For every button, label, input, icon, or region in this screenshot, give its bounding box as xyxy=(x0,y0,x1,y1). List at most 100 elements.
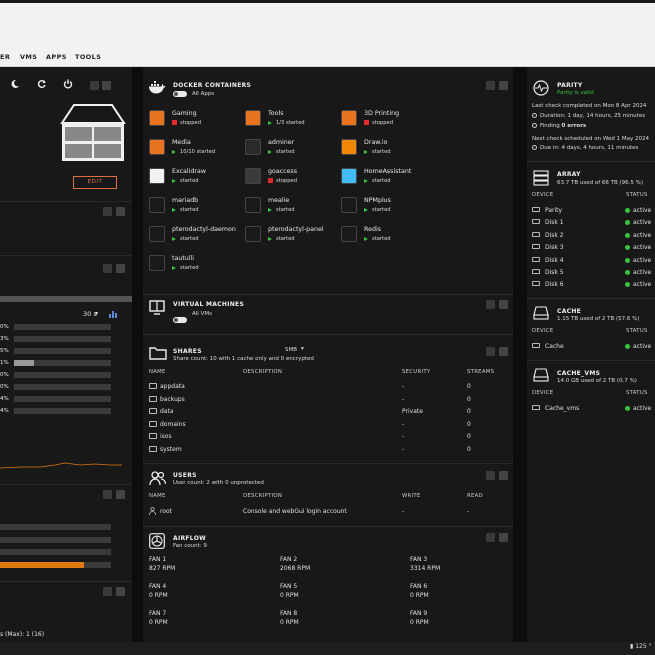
app-name[interactable]: tautulli xyxy=(172,255,194,262)
app-icon[interactable] xyxy=(245,226,261,242)
docker-app-item[interactable]: mealie started xyxy=(244,196,336,218)
app-icon[interactable] xyxy=(149,168,165,184)
panel-collapse-button[interactable] xyxy=(486,300,495,309)
nav-item-vms[interactable]: VMS xyxy=(20,53,37,61)
share-name-link[interactable]: backups xyxy=(160,396,185,403)
share-name-link[interactable]: appdata xyxy=(160,383,185,390)
panel-collapse-button[interactable] xyxy=(90,81,99,90)
app-icon[interactable] xyxy=(245,110,261,126)
panel-collapse-button[interactable] xyxy=(103,587,112,596)
refresh-icon[interactable] xyxy=(37,79,47,89)
app-name[interactable]: adminer xyxy=(268,139,294,146)
device-name-link[interactable]: Cache_vms xyxy=(545,405,579,412)
device-name-link[interactable]: Disk 5 xyxy=(545,269,564,276)
panel-collapse-button[interactable] xyxy=(103,264,112,273)
all-apps-toggle[interactable] xyxy=(173,91,187,97)
app-icon[interactable] xyxy=(149,226,165,242)
app-icon[interactable] xyxy=(341,226,357,242)
app-name[interactable]: Tools xyxy=(268,110,284,117)
app-icon[interactable] xyxy=(245,197,261,213)
docker-app-item[interactable]: goaccess stopped xyxy=(244,167,336,189)
app-name[interactable]: mariadb xyxy=(172,197,198,204)
all-vms-toggle[interactable] xyxy=(173,317,187,323)
power-icon[interactable] xyxy=(63,79,73,89)
app-icon[interactable] xyxy=(341,168,357,184)
panel-collapse-button[interactable] xyxy=(103,490,112,499)
docker-app-item[interactable]: Redis started xyxy=(340,225,432,247)
docker-app-item[interactable]: adminer started xyxy=(244,138,336,160)
docker-app-item[interactable]: NPMplus started xyxy=(340,196,432,218)
docker-app-item[interactable]: pterodactyl-panel started xyxy=(244,225,336,247)
app-icon[interactable] xyxy=(149,197,165,213)
cache-usage: 1.15 TB used of 2 TB (57.6 %) xyxy=(557,316,640,322)
edit-button[interactable]: EDIT xyxy=(73,176,117,189)
app-name[interactable]: Media xyxy=(172,139,191,146)
app-name[interactable]: Excalidraw xyxy=(172,168,206,175)
device-name-link[interactable]: Disk 2 xyxy=(545,232,564,239)
app-name[interactable]: NPMplus xyxy=(364,197,391,204)
share-name-link[interactable]: domains xyxy=(160,421,186,428)
panel-expand-button[interactable] xyxy=(499,347,508,356)
docker-app-item[interactable]: mariadb started xyxy=(148,196,240,218)
app-icon[interactable] xyxy=(245,139,261,155)
device-name-link[interactable]: Disk 4 xyxy=(545,257,564,264)
share-name-link[interactable]: data xyxy=(160,408,174,415)
panel-collapse-button[interactable] xyxy=(486,81,495,90)
app-icon[interactable] xyxy=(149,255,165,271)
app-name[interactable]: goaccess xyxy=(268,168,297,175)
share-name-link[interactable]: system xyxy=(160,446,182,453)
app-icon[interactable] xyxy=(341,139,357,155)
panel-collapse-button[interactable] xyxy=(486,347,495,356)
panel-expand-button[interactable] xyxy=(116,587,125,596)
docker-app-item[interactable]: HomeAssistant started xyxy=(340,167,432,189)
panel-expand-button[interactable] xyxy=(116,490,125,499)
chart-icon[interactable] xyxy=(109,310,118,318)
panel-collapse-button[interactable] xyxy=(486,533,495,542)
device-name-link[interactable]: Disk 6 xyxy=(545,281,564,288)
device-status: active xyxy=(625,244,651,251)
nav-item-tools[interactable]: TOOLS xyxy=(75,53,101,61)
docker-app-item[interactable]: 3D Printing stopped xyxy=(340,109,432,131)
share-name-link[interactable]: isos xyxy=(160,433,172,440)
app-icon[interactable] xyxy=(149,139,165,155)
share-type-select[interactable]: SMB xyxy=(285,347,297,353)
docker-app-item[interactable]: Excalidraw started xyxy=(148,167,240,189)
app-icon[interactable] xyxy=(341,110,357,126)
docker-app-item[interactable]: pterodactyl-daemon started xyxy=(148,225,240,247)
panel-collapse-button[interactable] xyxy=(103,207,112,216)
docker-app-item[interactable]: Tools 1/3 started xyxy=(244,109,336,131)
app-name[interactable]: Gaming xyxy=(172,110,197,117)
app-name[interactable]: Draw.io xyxy=(364,139,387,146)
chevron-down-icon[interactable]: ▾ xyxy=(301,346,304,352)
panel-expand-button[interactable] xyxy=(499,533,508,542)
panel-expand-button[interactable] xyxy=(116,264,125,273)
app-name[interactable]: mealie xyxy=(268,197,289,204)
panel-expand-button[interactable] xyxy=(499,300,508,309)
panel-expand-button[interactable] xyxy=(116,207,125,216)
app-name[interactable]: HomeAssistant xyxy=(364,168,411,175)
app-icon[interactable] xyxy=(245,168,261,184)
app-name[interactable]: Redis xyxy=(364,226,381,233)
panel-expand-button[interactable] xyxy=(499,81,508,90)
nav-item-apps[interactable]: APPS xyxy=(46,53,67,61)
docker-app-item[interactable]: Draw.io started xyxy=(340,138,432,160)
device-name-link[interactable]: Disk 1 xyxy=(545,219,564,226)
docker-app-item[interactable]: tautulli started xyxy=(148,254,240,276)
app-icon[interactable] xyxy=(149,110,165,126)
device-name-link[interactable]: Cache xyxy=(545,343,564,350)
app-name[interactable]: pterodactyl-daemon xyxy=(172,226,236,233)
user-name-link[interactable]: root xyxy=(160,508,172,515)
moon-icon[interactable] xyxy=(10,79,20,89)
panel-collapse-button[interactable] xyxy=(486,471,495,480)
panel-expand-button[interactable] xyxy=(102,81,111,90)
docker-app-item[interactable]: Media 10/10 started xyxy=(148,138,240,160)
app-icon[interactable] xyxy=(341,197,357,213)
app-name[interactable]: 3D Printing xyxy=(364,110,399,117)
device-status-text: active xyxy=(633,256,652,264)
device-name-link[interactable]: Parity xyxy=(545,207,562,214)
docker-app-item[interactable]: Gaming stopped xyxy=(148,109,240,131)
panel-expand-button[interactable] xyxy=(499,471,508,480)
app-name[interactable]: pterodactyl-panel xyxy=(268,226,324,233)
device-name-link[interactable]: Disk 3 xyxy=(545,244,564,251)
nav-item-docker[interactable]: ER xyxy=(0,53,10,61)
